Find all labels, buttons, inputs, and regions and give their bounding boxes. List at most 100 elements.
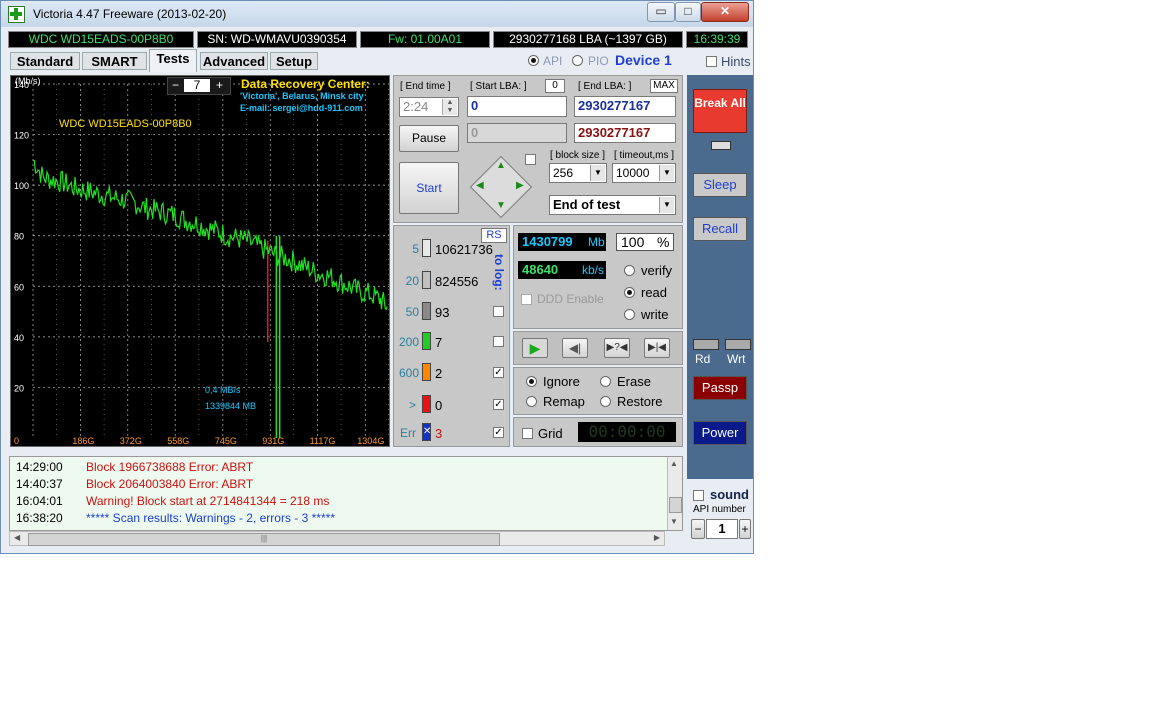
erase-radio[interactable] [600,376,611,387]
close-button[interactable]: ✕ [701,2,749,22]
x-tick-label: 372G [120,436,142,446]
erase-label: Erase [617,374,651,389]
end-action-select[interactable]: End of test ▼ [549,195,676,215]
sleep-button[interactable]: Sleep [693,173,747,197]
block-size-value: 256 [553,166,574,180]
pad-left-button[interactable]: ◀ [476,180,484,191]
block-row-count: 824556 [435,274,479,289]
block-row-count: 3 [435,426,443,441]
mb-unit: Mb [588,235,605,249]
grid-checkbox[interactable] [522,428,533,439]
rewind-icon: ◀| [568,341,582,355]
log-message: Block 2064003840 Error: ABRT [86,477,254,491]
y-tick-label: 40 [14,333,24,343]
api-radio[interactable] [528,55,539,66]
log-row: 14:29:00 Block 1966738688 Error: ABRT [16,459,253,475]
log-message: Warning! Block start at 2714841344 = 218… [86,494,330,508]
chevron-down-icon: ▼ [659,165,674,181]
read-radio[interactable] [624,287,635,298]
scroll-right-icon[interactable]: ▶ [654,533,660,542]
hints-checkbox[interactable] [706,56,717,67]
ignore-radio[interactable] [526,376,537,387]
scroll-down-icon[interactable]: ▼ [670,517,678,526]
rs-button[interactable]: RS [481,228,507,243]
random-button[interactable]: ▶?◀ [604,338,630,358]
zoom-minus-button[interactable]: − [172,78,179,92]
log-checkbox[interactable]: ✓ [493,399,504,410]
sound-checkbox[interactable] [693,490,704,501]
speed-graph-canvas: 14012010080604020 0 186G 372G 558G 745G 931G 1… [14,80,389,446]
pad-down-button[interactable]: ▼ [496,200,506,211]
start-lba-label: [ Start LBA: ] [470,81,527,92]
log-horizontal-scrollbar[interactable]: ◀ ||| ▶ [9,531,665,546]
break-all-button[interactable]: Break All [693,89,747,133]
pad-up-button[interactable]: ▲ [496,160,506,171]
write-radio[interactable] [624,309,635,320]
error-cross-icon: ✕ [422,423,431,441]
block-size-select[interactable]: 256 ▼ [549,163,607,183]
log-checkbox[interactable] [493,306,504,317]
minimize-button[interactable]: ▭ [647,2,675,22]
verify-radio[interactable] [624,265,635,276]
start-lba-input[interactable]: 0 [467,96,567,117]
tab-tests[interactable]: Tests [149,49,197,72]
x-tick-label: 186G [72,436,94,446]
scroll-up-icon[interactable]: ▲ [670,459,678,468]
remap-radio[interactable] [526,396,537,407]
tab-advanced[interactable]: Advanced [200,52,268,70]
log-vertical-scrollbar[interactable]: ▲ ▼ [667,457,682,530]
pio-radio[interactable] [572,55,583,66]
banner-line1: 'Victoria', Belarus, Minsk city [240,91,364,101]
end-time-spinner[interactable]: ▲ ▼ [442,99,457,115]
log-time: 16:38:20 [16,511,63,525]
restore-radio[interactable] [600,396,611,407]
break-all-label: Break All [694,96,746,110]
log-checkbox[interactable] [493,336,504,347]
api-number-input[interactable]: 1 [706,519,738,539]
end-time-input[interactable]: 2:24 ▲ ▼ [399,97,459,117]
timeout-select[interactable]: 10000 ▼ [612,163,676,183]
drive-lba: 2930277168 LBA (~1397 GB) [493,31,683,48]
log-hscroll-thumb[interactable]: ||| [28,533,500,546]
rewind-button[interactable]: ◀| [562,338,588,358]
zoom-plus-button[interactable]: + [216,78,223,92]
pad-right-button[interactable]: ▶ [516,180,524,191]
drive-serial: SN: WD-WMAVU0390354 [197,31,357,48]
banner-title: Data Recovery Center: [241,77,370,91]
tab-smart[interactable]: SMART [82,52,147,70]
passp-button[interactable]: Passp [693,376,747,400]
end-time-label: [ End time ] [400,81,451,92]
block-row-count: 2 [435,366,443,381]
block-size-label: [ block size ] [550,150,606,161]
butterfly-icon: ▶|◀ [648,342,666,353]
api-number-plus[interactable]: + [739,519,751,539]
pad-checkbox[interactable] [525,154,536,165]
api-number-minus[interactable]: − [691,519,705,539]
graph-unit: (Mb/s) [15,76,41,86]
block-row-swatch [422,302,431,320]
end-lba-input[interactable]: 2930277167 [574,96,676,117]
log-checkbox[interactable]: ✓ [493,367,504,378]
block-row-label: 50 [405,305,419,319]
start-lba-badge[interactable]: 0 [545,79,565,93]
scroll-left-icon[interactable]: ◀ [14,533,20,542]
power-button[interactable]: Power [693,421,747,445]
log-checkbox[interactable]: ✓ [493,427,504,438]
recall-button[interactable]: Recall [693,217,747,241]
end-lba-max-button[interactable]: MAX [650,79,678,93]
play-button[interactable]: ▶ [522,338,548,358]
tab-setup[interactable]: Setup [270,52,318,70]
ddd-checkbox[interactable] [521,294,532,305]
to-log-label: to log: [492,254,506,291]
tab-standard[interactable]: Standard [10,52,80,70]
start-button[interactable]: Start [399,162,459,214]
log-time: 14:29:00 [16,460,63,474]
maximize-button[interactable]: □ [675,2,701,22]
mb-readout: 1430799 Mb [518,233,606,251]
graph-drive-label: WDC WD15EADS-00P8B0 [59,118,192,130]
block-stats-panel: RS to log: 5 10621736 20 824556 50 93 200 7 600 2… [393,225,510,447]
pause-button[interactable]: Pause [399,125,459,152]
butterfly-button[interactable]: ▶|◀ [644,338,670,358]
log-scroll-thumb[interactable] [669,497,682,513]
zoom-value[interactable]: 7 [184,79,210,92]
